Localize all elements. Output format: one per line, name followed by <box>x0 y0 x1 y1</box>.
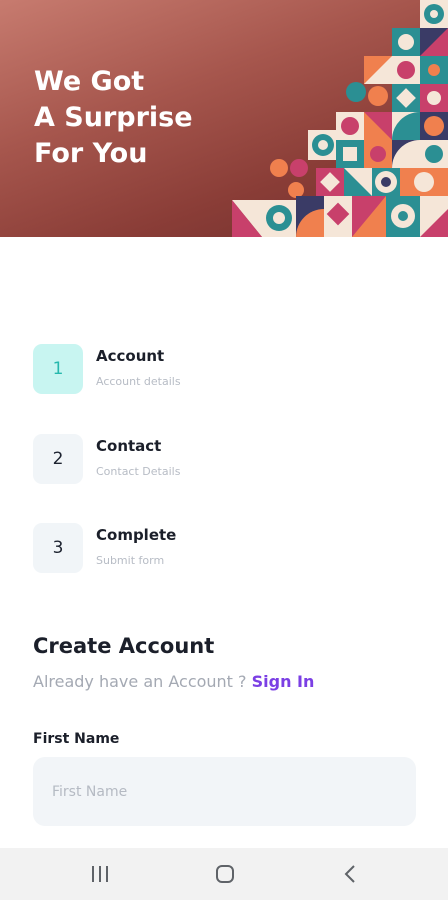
step-account[interactable]: 1 Account Account details <box>33 344 333 396</box>
step-number-badge: 1 <box>33 344 83 394</box>
step-number-badge: 2 <box>33 434 83 484</box>
back-icon <box>344 865 355 883</box>
home-button[interactable] <box>195 848 255 900</box>
home-icon <box>216 865 234 883</box>
step-contact[interactable]: 2 Contact Contact Details <box>33 434 333 486</box>
step-subtitle: Contact Details <box>96 465 181 478</box>
step-title: Account <box>96 347 165 365</box>
hero-title-line: A Surprise <box>34 102 193 133</box>
signin-prompt: Already have an Account ? Sign In <box>33 672 314 691</box>
recent-apps-button[interactable] <box>70 848 130 900</box>
recent-apps-icon <box>92 866 108 882</box>
hero-title-line: We Got <box>34 66 145 97</box>
system-navigation-bar <box>0 848 448 900</box>
step-title: Complete <box>96 526 177 544</box>
back-button[interactable] <box>321 848 381 900</box>
step-number-badge: 3 <box>33 523 83 573</box>
sign-in-link[interactable]: Sign In <box>252 672 315 691</box>
hero-title-line: For You <box>34 138 148 169</box>
form-title: Create Account <box>33 634 215 658</box>
step-title: Contact <box>96 437 162 455</box>
step-subtitle: Account details <box>96 375 181 388</box>
signin-prompt-text: Already have an Account ? <box>33 672 247 691</box>
hero-banner: We Got A Surprise For You <box>0 0 448 237</box>
first-name-label: First Name <box>33 731 120 747</box>
step-complete[interactable]: 3 Complete Submit form <box>33 523 333 575</box>
hero-title: We Got A Surprise For You <box>34 64 193 172</box>
step-subtitle: Submit form <box>96 554 165 567</box>
first-name-input[interactable] <box>33 757 416 826</box>
